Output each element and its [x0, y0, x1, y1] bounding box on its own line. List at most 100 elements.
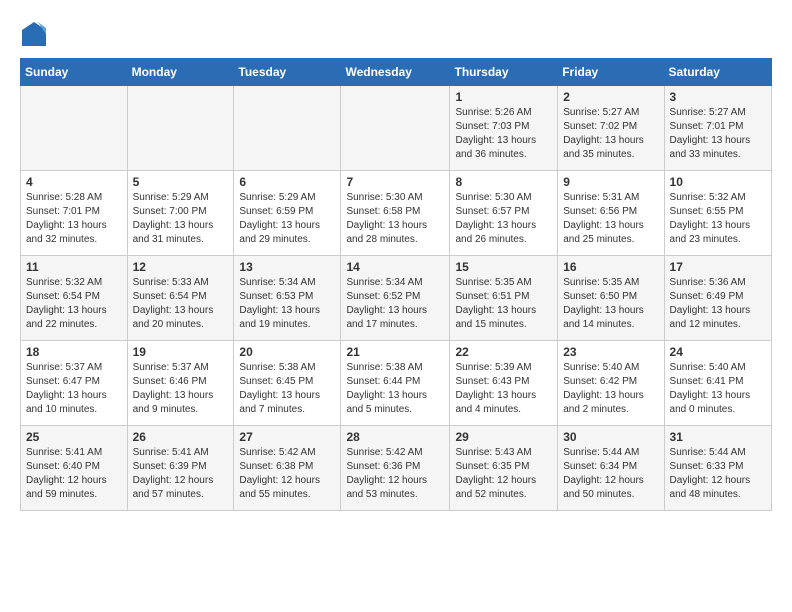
day-number: 5 [133, 175, 229, 189]
calendar-cell [21, 86, 128, 171]
day-info: Sunrise: 5:29 AMSunset: 7:00 PMDaylight:… [133, 191, 229, 247]
calendar-cell: 5 Sunrise: 5:29 AMSunset: 7:00 PMDaylight… [127, 171, 234, 256]
weekday-header-sunday: Sunday [21, 59, 128, 86]
day-number: 17 [670, 260, 766, 274]
calendar-cell: 3 Sunrise: 5:27 AMSunset: 7:01 PMDaylight… [664, 86, 771, 171]
day-number: 15 [455, 260, 552, 274]
calendar-cell [341, 86, 450, 171]
weekday-header-monday: Monday [127, 59, 234, 86]
day-number: 11 [26, 260, 122, 274]
day-info: Sunrise: 5:31 AMSunset: 6:56 PMDaylight:… [563, 191, 658, 247]
day-number: 29 [455, 430, 552, 444]
day-info: Sunrise: 5:32 AMSunset: 6:54 PMDaylight:… [26, 276, 122, 332]
day-info: Sunrise: 5:35 AMSunset: 6:51 PMDaylight:… [455, 276, 552, 332]
calendar-cell: 25 Sunrise: 5:41 AMSunset: 6:40 PMDayligh… [21, 426, 128, 511]
day-number: 25 [26, 430, 122, 444]
calendar-cell: 11 Sunrise: 5:32 AMSunset: 6:54 PMDayligh… [21, 256, 128, 341]
calendar-cell: 16 Sunrise: 5:35 AMSunset: 6:50 PMDayligh… [558, 256, 664, 341]
calendar-cell: 27Sunrise: 5:42 AMSunset: 6:38 PMDayligh… [234, 426, 341, 511]
day-info: Sunrise: 5:34 AMSunset: 6:53 PMDaylight:… [239, 276, 335, 332]
calendar-table: SundayMondayTuesdayWednesdayThursdayFrid… [20, 58, 772, 511]
calendar-cell: 15 Sunrise: 5:35 AMSunset: 6:51 PMDayligh… [450, 256, 558, 341]
day-number: 14 [346, 260, 444, 274]
day-number: 24 [670, 345, 766, 359]
day-number: 12 [133, 260, 229, 274]
day-number: 16 [563, 260, 658, 274]
day-info: Sunrise: 5:40 AMSunset: 6:42 PMDaylight:… [563, 361, 658, 417]
day-info: Sunrise: 5:30 AMSunset: 6:57 PMDaylight:… [455, 191, 552, 247]
day-number: 22 [455, 345, 552, 359]
weekday-header-friday: Friday [558, 59, 664, 86]
calendar-cell: 17 Sunrise: 5:36 AMSunset: 6:49 PMDayligh… [664, 256, 771, 341]
day-number: 13 [239, 260, 335, 274]
day-info: Sunrise: 5:43 AMSunset: 6:35 PMDaylight:… [455, 446, 552, 502]
day-number: 31 [670, 430, 766, 444]
weekday-header-wednesday: Wednesday [341, 59, 450, 86]
day-info: Sunrise: 5:27 AMSunset: 7:02 PMDaylight:… [563, 106, 658, 162]
day-number: 9 [563, 175, 658, 189]
day-info: Sunrise: 5:26 AMSunset: 7:03 PMDaylight:… [455, 106, 552, 162]
day-number: 19 [133, 345, 229, 359]
day-number: 7 [346, 175, 444, 189]
calendar-cell: 4Sunrise: 5:28 AMSunset: 7:01 PMDaylight… [21, 171, 128, 256]
calendar-cell: 24Sunrise: 5:40 AMSunset: 6:41 PMDayligh… [664, 341, 771, 426]
calendar-week-row: 18 Sunrise: 5:37 AMSunset: 6:47 PMDayligh… [21, 341, 772, 426]
day-number: 2 [563, 90, 658, 104]
day-info: Sunrise: 5:32 AMSunset: 6:55 PMDaylight:… [670, 191, 766, 247]
calendar-cell [234, 86, 341, 171]
calendar-cell: 18 Sunrise: 5:37 AMSunset: 6:47 PMDayligh… [21, 341, 128, 426]
day-info: Sunrise: 5:37 AMSunset: 6:46 PMDaylight:… [133, 361, 229, 417]
day-info: Sunrise: 5:37 AMSunset: 6:47 PMDaylight:… [26, 361, 122, 417]
calendar-cell: 31 Sunrise: 5:44 AMSunset: 6:33 PMDayligh… [664, 426, 771, 511]
day-info: Sunrise: 5:44 AMSunset: 6:34 PMDaylight:… [563, 446, 658, 502]
calendar-cell: 12 Sunrise: 5:33 AMSunset: 6:54 PMDayligh… [127, 256, 234, 341]
weekday-header-saturday: Saturday [664, 59, 771, 86]
calendar-cell: 6Sunrise: 5:29 AMSunset: 6:59 PMDaylight… [234, 171, 341, 256]
day-number: 26 [133, 430, 229, 444]
calendar-cell: 1 Sunrise: 5:26 AMSunset: 7:03 PMDaylight… [450, 86, 558, 171]
day-number: 10 [670, 175, 766, 189]
calendar-cell: 13 Sunrise: 5:34 AMSunset: 6:53 PMDayligh… [234, 256, 341, 341]
day-info: Sunrise: 5:28 AMSunset: 7:01 PMDaylight:… [26, 191, 122, 247]
day-info: Sunrise: 5:42 AMSunset: 6:38 PMDaylight:… [239, 446, 335, 502]
logo-icon [20, 20, 48, 48]
calendar-cell: 14Sunrise: 5:34 AMSunset: 6:52 PMDayligh… [341, 256, 450, 341]
day-number: 6 [239, 175, 335, 189]
calendar-cell [127, 86, 234, 171]
calendar-cell: 30Sunrise: 5:44 AMSunset: 6:34 PMDayligh… [558, 426, 664, 511]
calendar-cell: 9 Sunrise: 5:31 AMSunset: 6:56 PMDaylight… [558, 171, 664, 256]
day-info: Sunrise: 5:38 AMSunset: 6:45 PMDaylight:… [239, 361, 335, 417]
calendar-week-row: 4Sunrise: 5:28 AMSunset: 7:01 PMDaylight… [21, 171, 772, 256]
calendar-cell: 21 Sunrise: 5:38 AMSunset: 6:44 PMDayligh… [341, 341, 450, 426]
day-info: Sunrise: 5:38 AMSunset: 6:44 PMDaylight:… [346, 361, 444, 417]
calendar-cell: 22 Sunrise: 5:39 AMSunset: 6:43 PMDayligh… [450, 341, 558, 426]
day-info: Sunrise: 5:33 AMSunset: 6:54 PMDaylight:… [133, 276, 229, 332]
day-number: 18 [26, 345, 122, 359]
day-number: 28 [346, 430, 444, 444]
day-number: 3 [670, 90, 766, 104]
day-number: 20 [239, 345, 335, 359]
logo [20, 20, 52, 48]
weekday-header-thursday: Thursday [450, 59, 558, 86]
day-number: 1 [455, 90, 552, 104]
page-header [20, 20, 772, 48]
calendar-cell: 23Sunrise: 5:40 AMSunset: 6:42 PMDayligh… [558, 341, 664, 426]
day-info: Sunrise: 5:27 AMSunset: 7:01 PMDaylight:… [670, 106, 766, 162]
day-info: Sunrise: 5:42 AMSunset: 6:36 PMDaylight:… [346, 446, 444, 502]
calendar-cell: 26 Sunrise: 5:41 AMSunset: 6:39 PMDayligh… [127, 426, 234, 511]
calendar-cell: 10 Sunrise: 5:32 AMSunset: 6:55 PMDayligh… [664, 171, 771, 256]
calendar-week-row: 11 Sunrise: 5:32 AMSunset: 6:54 PMDayligh… [21, 256, 772, 341]
day-info: Sunrise: 5:36 AMSunset: 6:49 PMDaylight:… [670, 276, 766, 332]
day-info: Sunrise: 5:41 AMSunset: 6:40 PMDaylight:… [26, 446, 122, 502]
day-info: Sunrise: 5:41 AMSunset: 6:39 PMDaylight:… [133, 446, 229, 502]
calendar-cell: 20 Sunrise: 5:38 AMSunset: 6:45 PMDayligh… [234, 341, 341, 426]
day-info: Sunrise: 5:35 AMSunset: 6:50 PMDaylight:… [563, 276, 658, 332]
calendar-cell: 8Sunrise: 5:30 AMSunset: 6:57 PMDaylight… [450, 171, 558, 256]
calendar-week-row: 25 Sunrise: 5:41 AMSunset: 6:40 PMDayligh… [21, 426, 772, 511]
day-info: Sunrise: 5:39 AMSunset: 6:43 PMDaylight:… [455, 361, 552, 417]
day-info: Sunrise: 5:44 AMSunset: 6:33 PMDaylight:… [670, 446, 766, 502]
weekday-header-tuesday: Tuesday [234, 59, 341, 86]
day-number: 21 [346, 345, 444, 359]
calendar-week-row: 1 Sunrise: 5:26 AMSunset: 7:03 PMDaylight… [21, 86, 772, 171]
calendar-cell: 28 Sunrise: 5:42 AMSunset: 6:36 PMDayligh… [341, 426, 450, 511]
